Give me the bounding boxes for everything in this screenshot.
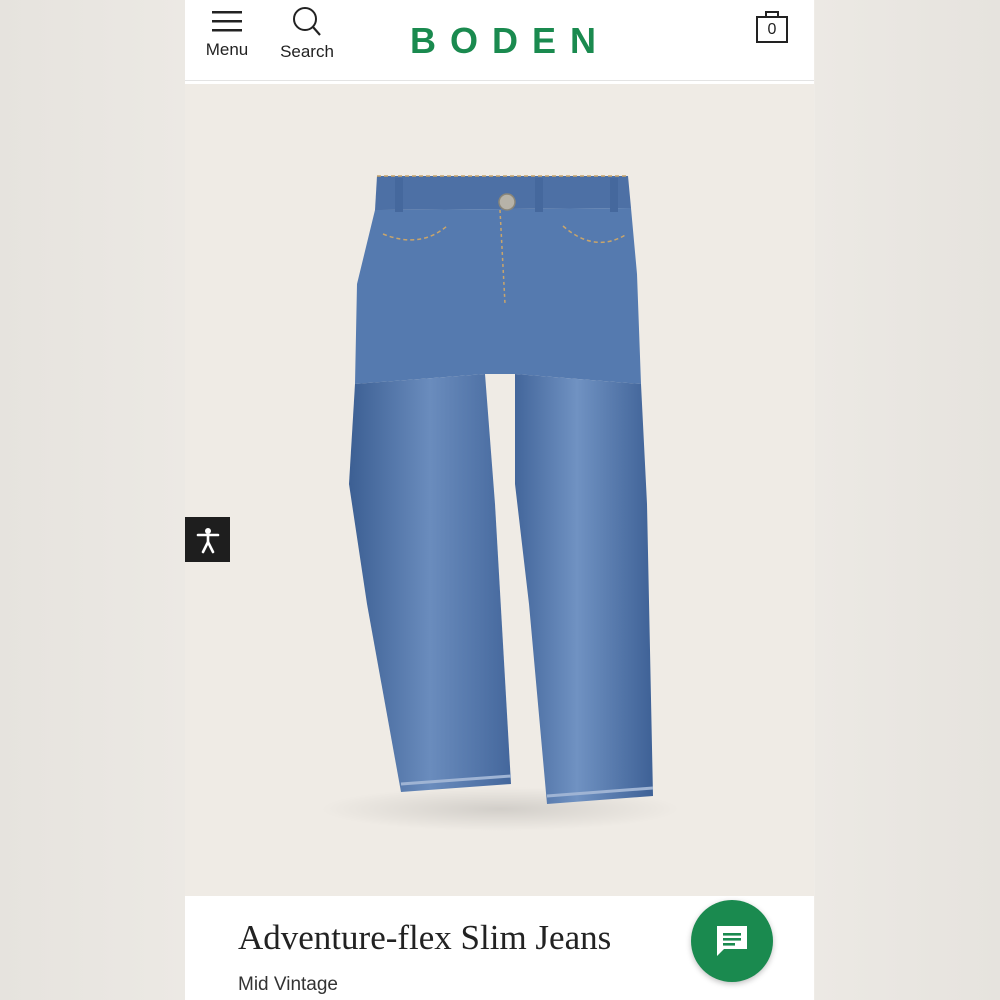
chat-button[interactable]	[691, 900, 773, 982]
brand-logo[interactable]: BODEN	[410, 20, 610, 62]
bag-count: 0	[767, 21, 777, 38]
site-header: Menu Search BODEN 0	[185, 0, 814, 81]
accessibility-icon	[196, 527, 219, 553]
background-left	[0, 0, 185, 1000]
mobile-viewport: Menu Search BODEN 0 Adventure-flex Slim …	[185, 0, 814, 1000]
search-button[interactable]: Search	[277, 6, 337, 62]
product-color: Mid Vintage	[238, 974, 338, 995]
product-image[interactable]	[185, 84, 814, 959]
product-title: Adventure-flex Slim Jeans	[238, 918, 612, 957]
background-right	[815, 0, 1000, 1000]
menu-button[interactable]: Menu	[199, 6, 255, 60]
search-icon	[293, 7, 321, 36]
chat-icon	[717, 926, 747, 956]
search-label: Search	[280, 42, 334, 61]
jeans-image	[320, 175, 680, 831]
hamburger-icon	[212, 11, 242, 32]
menu-label: Menu	[205, 40, 249, 59]
accessibility-button[interactable]	[185, 517, 230, 562]
shopping-bag-button[interactable]: 0	[755, 8, 789, 44]
